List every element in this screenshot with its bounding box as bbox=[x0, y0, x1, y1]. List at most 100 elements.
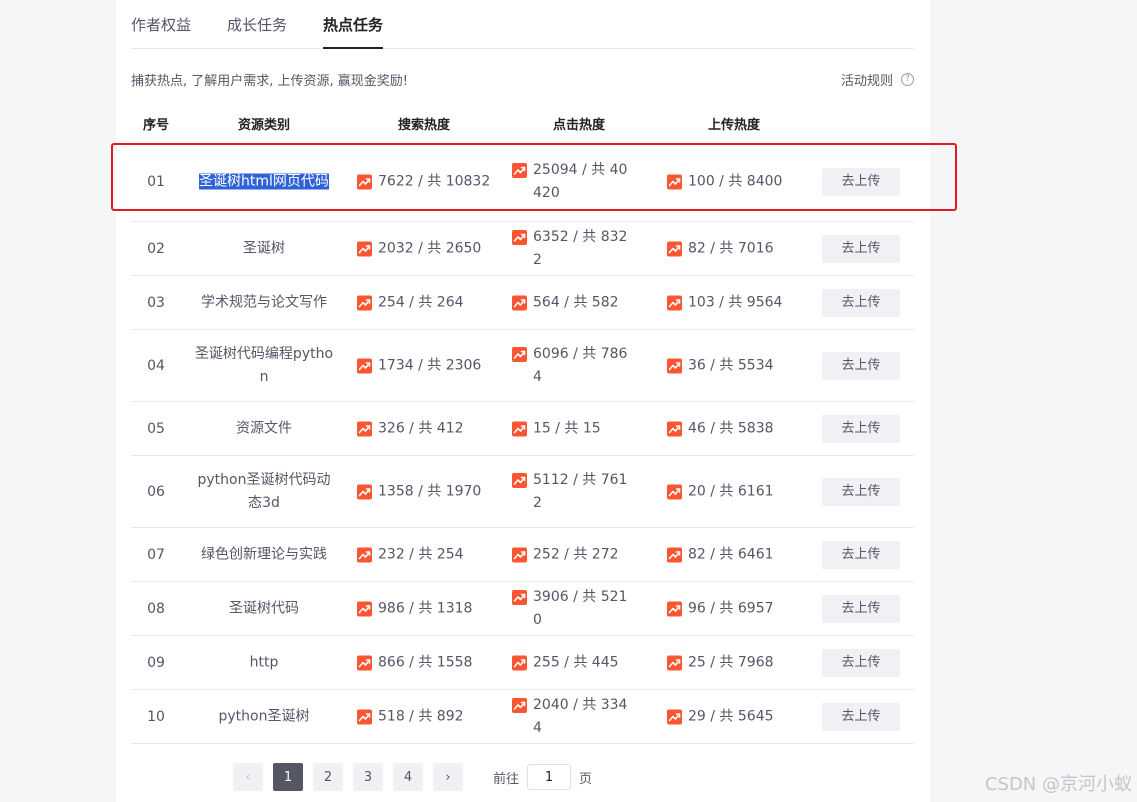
click-heat-value: 15 / 共 15 bbox=[533, 420, 601, 436]
upload-button[interactable]: 去上传 bbox=[822, 702, 900, 731]
upload-heat: 29 / 共 5645 bbox=[667, 705, 807, 728]
row-number: 06 bbox=[147, 483, 165, 500]
search-heat: 986 / 共 1318 bbox=[357, 597, 497, 620]
click-heat: 3906 / 共 5210 bbox=[512, 586, 628, 632]
upload-button[interactable]: 去上传 bbox=[822, 167, 900, 196]
upload-heat-value: 20 / 共 6161 bbox=[688, 483, 774, 499]
search-heat: 1358 / 共 1970 bbox=[357, 480, 497, 503]
table-row: 02 圣诞树 2032 / 共 2650 6352 / 共 8322 82 / … bbox=[131, 222, 914, 276]
trend-up-icon bbox=[512, 655, 527, 670]
upload-button[interactable]: 去上传 bbox=[822, 351, 900, 380]
tab-hot-tasks[interactable]: 热点任务 bbox=[323, 14, 384, 49]
search-heat: 866 / 共 1558 bbox=[357, 651, 497, 674]
row-number: 03 bbox=[147, 294, 165, 311]
trend-up-icon bbox=[357, 655, 372, 670]
next-page-button[interactable]: › bbox=[433, 763, 463, 791]
table-row: 03 学术规范与论文写作 254 / 共 264 564 / 共 582 103… bbox=[131, 276, 914, 330]
trend-up-icon bbox=[667, 484, 682, 499]
table-row: 07 绿色创新理论与实践 232 / 共 254 252 / 共 272 82 … bbox=[131, 528, 914, 582]
table-row: 01 圣诞树html网页代码 7622 / 共 10832 25094 / 共 … bbox=[131, 142, 914, 222]
row-number: 02 bbox=[147, 240, 165, 257]
row-number: 05 bbox=[147, 420, 165, 437]
page-button-2[interactable]: 2 bbox=[313, 763, 343, 791]
resource-category: 圣诞树代码编程python bbox=[194, 345, 334, 385]
row-number: 04 bbox=[147, 357, 165, 374]
page-button-4[interactable]: 4 bbox=[393, 763, 423, 791]
search-heat: 518 / 共 892 bbox=[357, 705, 497, 728]
upload-heat-value: 82 / 共 6461 bbox=[688, 546, 774, 562]
trend-up-icon bbox=[357, 174, 372, 189]
search-heat-value: 866 / 共 1558 bbox=[378, 654, 473, 670]
upload-heat: 82 / 共 6461 bbox=[667, 543, 807, 566]
column-header-no: 序号 bbox=[142, 118, 170, 133]
search-heat-value: 7622 / 共 10832 bbox=[378, 173, 491, 189]
trend-up-icon bbox=[357, 295, 372, 310]
search-heat-value: 254 / 共 264 bbox=[378, 294, 464, 310]
trend-up-icon bbox=[357, 709, 372, 724]
click-heat-value: 25094 / 共 40420 bbox=[533, 161, 628, 201]
upload-heat: 20 / 共 6161 bbox=[667, 480, 807, 503]
click-heat: 6096 / 共 7864 bbox=[512, 343, 628, 389]
selected-text: 圣诞树html网页代码 bbox=[199, 173, 329, 189]
search-heat-value: 232 / 共 254 bbox=[378, 546, 464, 562]
row-number: 10 bbox=[147, 708, 165, 725]
hot-tasks-panel: 作者权益 成长任务 热点任务 捕获热点, 了解用户需求, 上传资源, 赢现金奖励… bbox=[116, 0, 930, 802]
trend-up-icon bbox=[667, 709, 682, 724]
tab-author-rights[interactable]: 作者权益 bbox=[131, 14, 191, 35]
page-description: 捕获热点, 了解用户需求, 上传资源, 赢现金奖励! bbox=[131, 74, 409, 89]
goto-page-input[interactable] bbox=[527, 764, 572, 790]
click-heat: 252 / 共 272 bbox=[512, 543, 628, 566]
search-heat: 232 / 共 254 bbox=[357, 543, 497, 566]
upload-button[interactable]: 去上传 bbox=[822, 234, 900, 263]
click-heat-value: 6096 / 共 7864 bbox=[533, 345, 628, 385]
upload-heat: 103 / 共 9564 bbox=[667, 291, 807, 314]
table-row: 05 资源文件 326 / 共 412 15 / 共 15 46 / 共 583… bbox=[131, 402, 914, 456]
click-heat: 564 / 共 582 bbox=[512, 291, 628, 314]
trend-up-icon bbox=[667, 295, 682, 310]
click-heat: 6352 / 共 8322 bbox=[512, 226, 628, 272]
trend-up-icon bbox=[512, 162, 527, 178]
click-heat-value: 3906 / 共 5210 bbox=[533, 588, 628, 628]
trend-up-icon bbox=[512, 421, 527, 436]
click-heat-value: 564 / 共 582 bbox=[533, 294, 619, 310]
upload-heat-value: 46 / 共 5838 bbox=[688, 420, 774, 436]
click-heat: 15 / 共 15 bbox=[512, 417, 628, 440]
search-heat: 2032 / 共 2650 bbox=[357, 237, 497, 260]
goto-suffix: 页 bbox=[579, 771, 593, 787]
tab-growth-tasks[interactable]: 成长任务 bbox=[227, 14, 287, 35]
search-heat-value: 518 / 共 892 bbox=[378, 708, 464, 724]
upload-button[interactable]: 去上传 bbox=[822, 540, 900, 569]
trend-up-icon bbox=[357, 358, 372, 373]
page-button-1[interactable]: 1 bbox=[273, 763, 303, 791]
activity-rules-link[interactable]: 活动规则 ? bbox=[841, 70, 914, 89]
search-heat: 254 / 共 264 bbox=[357, 291, 497, 314]
resource-category: python圣诞树 bbox=[218, 708, 310, 724]
table-row: 04 圣诞树代码编程python 1734 / 共 2306 6096 / 共 … bbox=[131, 330, 914, 402]
prev-page-button[interactable]: ‹ bbox=[233, 763, 263, 791]
trend-up-icon bbox=[512, 472, 527, 488]
search-heat: 1734 / 共 2306 bbox=[357, 354, 497, 377]
table-row: 09 http 866 / 共 1558 255 / 共 445 25 / 共 … bbox=[131, 636, 914, 690]
column-header-click-heat: 点击热度 bbox=[552, 118, 606, 133]
search-heat: 7622 / 共 10832 bbox=[357, 170, 497, 193]
search-heat-value: 1734 / 共 2306 bbox=[378, 357, 482, 373]
upload-button[interactable]: 去上传 bbox=[822, 414, 900, 443]
trend-up-icon bbox=[357, 601, 372, 616]
upload-button[interactable]: 去上传 bbox=[822, 594, 900, 623]
search-heat-value: 2032 / 共 2650 bbox=[378, 240, 482, 256]
page-button-3[interactable]: 3 bbox=[353, 763, 383, 791]
search-heat: 326 / 共 412 bbox=[357, 417, 497, 440]
upload-heat-value: 25 / 共 7968 bbox=[688, 654, 774, 670]
column-header-upload-heat: 上传热度 bbox=[707, 118, 761, 133]
upload-button[interactable]: 去上传 bbox=[822, 648, 900, 677]
trend-up-icon bbox=[357, 547, 372, 562]
upload-button[interactable]: 去上传 bbox=[822, 288, 900, 317]
search-heat-value: 1358 / 共 1970 bbox=[378, 483, 482, 499]
table-row: 08 圣诞树代码 986 / 共 1318 3906 / 共 5210 96 /… bbox=[131, 582, 914, 636]
search-heat-value: 986 / 共 1318 bbox=[378, 600, 473, 616]
upload-button[interactable]: 去上传 bbox=[822, 477, 900, 506]
resource-category: python圣诞树代码动态3d bbox=[197, 471, 331, 511]
resource-category: 资源文件 bbox=[236, 420, 292, 436]
row-number: 08 bbox=[147, 600, 165, 617]
resource-category: 圣诞树 bbox=[243, 240, 285, 256]
